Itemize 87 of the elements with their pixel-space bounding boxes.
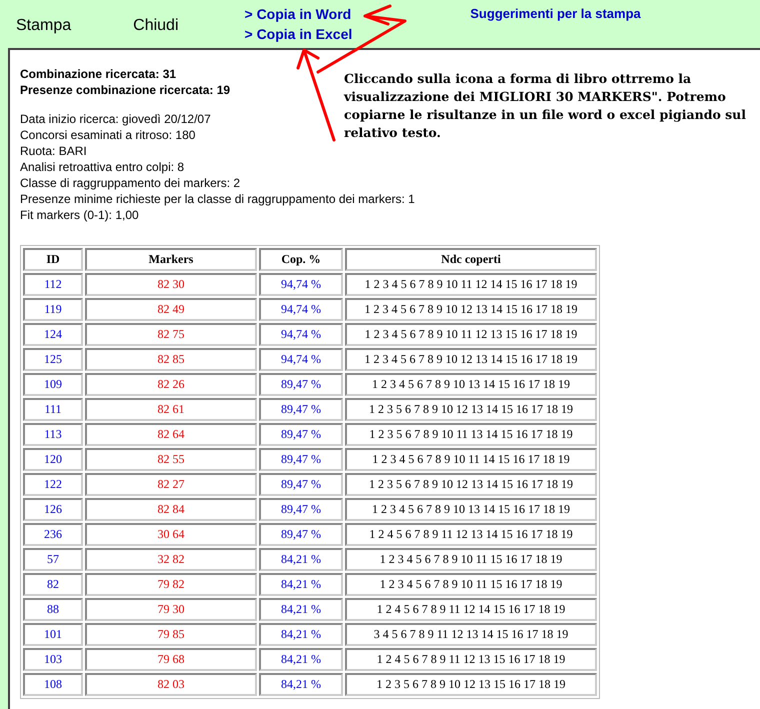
table-cell: 84,21 %	[259, 648, 343, 671]
copy-link[interactable]: > Copia in Excel	[244, 26, 352, 43]
table-cell: 94,74 %	[259, 348, 343, 371]
detail-line: Concorsi esaminati a ritroso: 180	[20, 127, 196, 143]
table-cell: 88	[23, 598, 83, 621]
table-cell: 79 82	[85, 573, 257, 596]
table-cell: 1 2 3 4 5 6 7 8 9 10 11 12 14 15 16 17 18 19	[345, 273, 597, 296]
table-cell: 82 75	[85, 323, 257, 346]
table-cell: 1 2 3 4 5 6 7 8 9 10 11 15 16 17 18 19	[345, 573, 597, 596]
table-cell: 1 2 3 4 5 6 7 8 9 10 13 14 15 16 17 18 19	[345, 373, 597, 396]
column-header: Cop. %	[259, 248, 343, 271]
table-cell: 84,21 %	[259, 548, 343, 571]
summary-line: Presenze combinazione ricercata: 19	[20, 82, 230, 98]
table-cell: 1 2 4 5 6 7 8 9 11 12 13 15 16 17 18 19	[345, 648, 597, 671]
table-cell: 120	[23, 448, 83, 471]
detail-line: Classe di raggruppamento dei markers: 2	[20, 175, 240, 191]
table-cell: 84,21 %	[259, 573, 343, 596]
table-cell: 125	[23, 348, 83, 371]
table-cell: 82 85	[85, 348, 257, 371]
table-cell: 113	[23, 423, 83, 446]
table-cell: 126	[23, 498, 83, 521]
table-cell: 94,74 %	[259, 273, 343, 296]
toolbar-link[interactable]: Stampa	[16, 17, 72, 35]
table-cell: 1 2 3 4 5 6 7 8 9 10 12 13 14 15 16 17 18 19	[345, 348, 597, 371]
table-cell: 1 2 3 4 5 6 7 8 9 10 11 12 13 15 16 17 18 19	[345, 323, 597, 346]
table-cell: 84,21 %	[259, 673, 343, 696]
table-cell: 89,47 %	[259, 448, 343, 471]
tips-link[interactable]: Suggerimenti per la stampa	[470, 6, 641, 21]
table-cell: 82 26	[85, 373, 257, 396]
table-cell: 79 68	[85, 648, 257, 671]
table-cell: 111	[23, 398, 83, 421]
toolbar-link[interactable]: Chiudi	[133, 17, 178, 35]
annotation-note: Cliccando sulla icona a forma di libro ottrremo la visualizzazione dei MIGLIORI 30 MARKERS". Potremo copiarne le risultanze in un file word o excel pigiando sul relativo testo.	[344, 70, 748, 142]
table-cell: 89,47 %	[259, 498, 343, 521]
summary-line: Combinazione ricercata: 31	[20, 66, 176, 82]
table-cell: 82 03	[85, 673, 257, 696]
column-header: ID	[23, 248, 83, 271]
detail-line: Fit markers (0-1): 1,00	[20, 207, 139, 223]
table-cell: 112	[23, 273, 83, 296]
table-cell: 1 2 3 4 5 6 7 8 9 10 11 14 15 16 17 18 19	[345, 448, 597, 471]
table-cell: 89,47 %	[259, 523, 343, 546]
table-cell: 1 2 4 5 6 7 8 9 11 12 14 15 16 17 18 19	[345, 598, 597, 621]
table-cell: 89,47 %	[259, 473, 343, 496]
table-cell: 89,47 %	[259, 423, 343, 446]
column-header: Ndc coperti	[345, 248, 597, 271]
table-cell: 124	[23, 323, 83, 346]
table-cell: 109	[23, 373, 83, 396]
table-cell: 82 49	[85, 298, 257, 321]
table-cell: 94,74 %	[259, 298, 343, 321]
table-cell: 3 4 5 6 7 8 9 11 12 13 14 15 16 17 18 19	[345, 623, 597, 646]
table-cell: 57	[23, 548, 83, 571]
table-cell: 119	[23, 298, 83, 321]
detail-line: Ruota: BARI	[20, 143, 87, 159]
table-cell: 1 2 3 4 5 6 7 8 9 10 12 13 14 15 16 17 18 19	[345, 298, 597, 321]
detail-line: Analisi retroattiva entro colpi: 8	[20, 159, 184, 175]
table-cell: 82 27	[85, 473, 257, 496]
copy-link[interactable]: > Copia in Word	[244, 6, 352, 23]
table-cell: 82 64	[85, 423, 257, 446]
table-cell: 89,47 %	[259, 398, 343, 421]
table-cell: 1 2 3 5 6 7 8 9 10 11 13 14 15 16 17 18 19	[345, 423, 597, 446]
table-cell: 84,21 %	[259, 598, 343, 621]
table-cell: 108	[23, 673, 83, 696]
table-cell: 82 55	[85, 448, 257, 471]
table-cell: 30 64	[85, 523, 257, 546]
table-cell: 236	[23, 523, 83, 546]
table-cell: 32 82	[85, 548, 257, 571]
table-cell: 79 30	[85, 598, 257, 621]
table-cell: 1 2 3 4 5 6 7 8 9 10 11 15 16 17 18 19	[345, 548, 597, 571]
table-cell: 82 61	[85, 398, 257, 421]
table-cell: 103	[23, 648, 83, 671]
column-header: Markers	[85, 248, 257, 271]
table-cell: 82 84	[85, 498, 257, 521]
table-cell: 1 2 3 5 6 7 8 9 10 12 13 14 15 16 17 18 19	[345, 398, 597, 421]
table-cell: 1 2 3 5 6 7 8 9 10 12 13 14 15 16 17 18 19	[345, 473, 597, 496]
table-cell: 82 30	[85, 273, 257, 296]
detail-line: Presenze minime richieste per la classe di raggruppamento dei markers: 1	[20, 191, 415, 207]
table-cell: 84,21 %	[259, 623, 343, 646]
table-cell: 1 2 3 4 5 6 7 8 9 10 13 14 15 16 17 18 19	[345, 498, 597, 521]
table-cell: 89,47 %	[259, 373, 343, 396]
table-cell: 82	[23, 573, 83, 596]
detail-line: Data inizio ricerca: giovedì 20/12/07	[20, 111, 211, 127]
table-cell: 79 85	[85, 623, 257, 646]
table-cell: 1 2 4 5 6 7 8 9 11 12 13 14 15 16 17 18 19	[345, 523, 597, 546]
table-cell: 101	[23, 623, 83, 646]
table-cell: 94,74 %	[259, 323, 343, 346]
table-cell: 122	[23, 473, 83, 496]
table-cell: 1 2 3 5 6 7 8 9 10 12 13 15 16 17 18 19	[345, 673, 597, 696]
